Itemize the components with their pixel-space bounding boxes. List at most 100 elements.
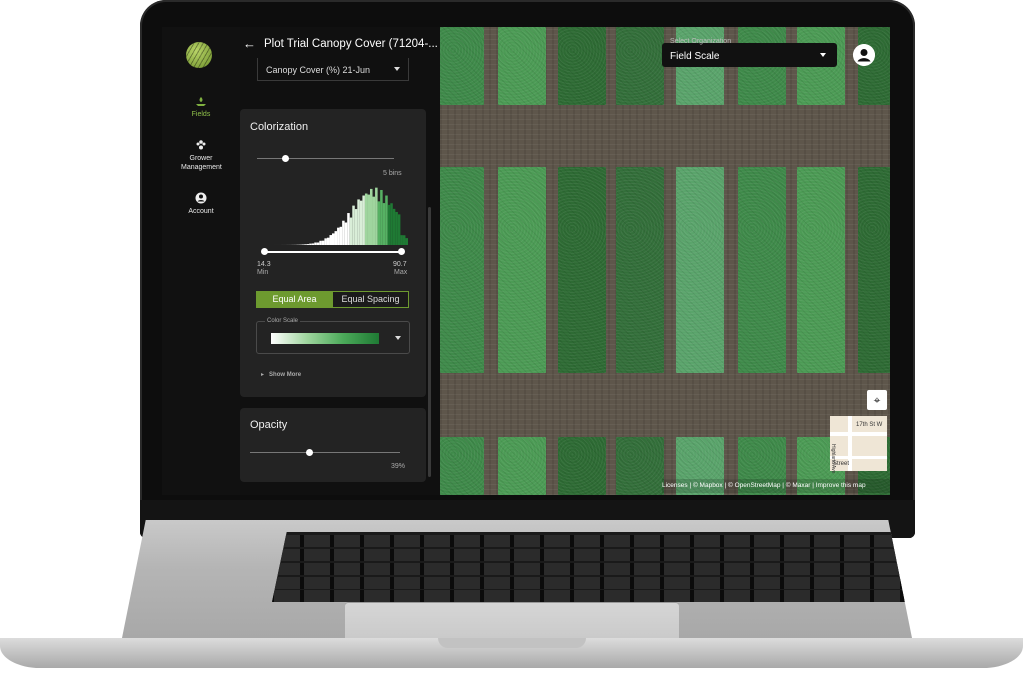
opacity-slider-handle[interactable]: [305, 449, 313, 456]
histogram-bar: [321, 240, 325, 245]
histogram-bar: [349, 217, 353, 245]
user-avatar-icon[interactable]: [853, 44, 875, 66]
show-more-label: Show More: [269, 372, 302, 378]
histogram-bar: [324, 238, 327, 245]
range-slider-track[interactable]: [264, 251, 402, 253]
range-min-value: 14.3: [257, 261, 271, 268]
histogram-bar: [400, 235, 403, 245]
bins-slider-handle[interactable]: [282, 155, 289, 162]
field-plot[interactable]: [558, 167, 606, 373]
histogram-bar: [309, 243, 312, 245]
histogram-bar: [339, 226, 343, 245]
organization-value: Field Scale: [670, 51, 720, 62]
key-row: [272, 535, 912, 547]
equal-area-button[interactable]: Equal Area: [256, 291, 333, 308]
chevron-down-icon: [394, 67, 400, 71]
opacity-title: Opacity: [250, 419, 288, 431]
histogram-bar: [337, 227, 340, 245]
range-max-handle[interactable]: [398, 248, 405, 255]
nav-item-fields[interactable]: Fields: [162, 95, 240, 119]
field-plot[interactable]: [616, 27, 664, 105]
field-plot[interactable]: [676, 167, 724, 373]
histogram-bar: [332, 233, 335, 245]
panel-header: ← Plot Trial Canopy Cover (71204-...: [240, 27, 440, 61]
app-screen: Fields Grower Management Account ← Plot …: [162, 27, 890, 495]
range-max-label: Max: [394, 269, 408, 276]
histogram-bar: [387, 204, 391, 245]
map-view[interactable]: Select Organization Field Scale ⌖ 17th S…: [440, 27, 890, 495]
field-plot[interactable]: [858, 27, 890, 105]
field-plot[interactable]: [616, 437, 664, 495]
histogram-bar: [397, 214, 401, 245]
field-plot[interactable]: [858, 167, 890, 373]
field-plot[interactable]: [738, 167, 786, 373]
layer-dropdown[interactable]: Canopy Cover (%) 21-Jun: [257, 58, 409, 81]
field-plot[interactable]: [498, 167, 546, 373]
histogram-bar: [304, 244, 307, 245]
key-row: [272, 549, 912, 561]
histogram-bar: [329, 235, 332, 245]
organization-label: Select Organization: [670, 38, 732, 45]
minimap-road: [830, 456, 887, 459]
histogram-bar: [390, 203, 393, 245]
organization-dropdown[interactable]: Select Organization Field Scale: [662, 38, 837, 67]
histogram-bar: [357, 199, 360, 245]
colorization-card: Colorization 5 bins 14.3 Min 90.7 Max Eq…: [240, 109, 431, 477]
histogram-bar: [311, 243, 315, 245]
color-scale-gradient: [271, 333, 379, 344]
field-plot[interactable]: [440, 167, 484, 373]
colorization-title: Colorization: [250, 121, 309, 133]
minimap-label: 17th St W: [856, 422, 883, 428]
histogram-bar: [334, 231, 338, 245]
field-plot[interactable]: [440, 437, 484, 495]
field-plot[interactable]: [797, 167, 845, 373]
back-arrow-icon[interactable]: ←: [243, 37, 256, 50]
color-scale-label: Color Scale: [265, 318, 301, 324]
field-plot[interactable]: [440, 27, 484, 105]
histogram-bar: [347, 213, 350, 245]
histogram-bar: [352, 205, 355, 245]
histogram: [273, 187, 408, 245]
map-attribution[interactable]: Licenses | © Mapbox | © OpenStreetMap | …: [662, 479, 890, 493]
field-plot[interactable]: [558, 437, 606, 495]
histogram-bar: [342, 220, 345, 245]
histogram-bar: [392, 208, 396, 245]
histogram-bar: [344, 222, 348, 245]
account-icon: [195, 192, 207, 204]
key-row: [272, 577, 912, 589]
equal-spacing-button[interactable]: Equal Spacing: [332, 291, 409, 308]
minimap-label: Street: [833, 461, 850, 467]
nav-item-account[interactable]: Account: [162, 192, 240, 216]
bins-slider-track[interactable]: [257, 158, 394, 159]
histogram-bar: [395, 211, 398, 245]
histogram-bar: [319, 240, 322, 245]
locate-icon[interactable]: ⌖: [867, 390, 887, 410]
show-more-toggle[interactable]: ▸ Show More: [261, 371, 301, 378]
range-min-handle[interactable]: [261, 248, 268, 255]
range-max-value: 90.7: [393, 261, 407, 268]
range-min-label: Min: [257, 269, 269, 276]
field-plot[interactable]: [616, 167, 664, 373]
field-plot[interactable]: [498, 437, 546, 495]
nav-item-label: Grower Management: [181, 155, 222, 171]
color-scale-dropdown[interactable]: Color Scale: [256, 318, 410, 354]
nav-rail: Fields Grower Management Account: [162, 27, 240, 495]
histogram-bar: [354, 209, 358, 245]
field-plot[interactable]: [558, 27, 606, 105]
opacity-slider-track[interactable]: [250, 452, 400, 453]
bins-count: 5 bins: [383, 170, 402, 177]
nav-item-label: Fields: [191, 111, 211, 118]
opacity-card: Opacity 39%: [240, 408, 426, 482]
panel-scrollbar[interactable]: [428, 207, 431, 477]
field-plot[interactable]: [498, 27, 546, 105]
histogram-bar: [405, 238, 408, 245]
layer-dropdown-value: Canopy Cover (%) 21-Jun: [266, 65, 371, 75]
nav-item-label: Account: [188, 208, 214, 215]
histogram-bar: [372, 196, 376, 245]
histogram-bar: [370, 188, 373, 245]
app-logo[interactable]: [186, 42, 212, 68]
nav-item-grower-management[interactable]: Grower Management: [162, 139, 240, 172]
lid-notch: [438, 638, 586, 648]
chevron-down-icon: [820, 53, 826, 57]
minimap[interactable]: 17th St W Highland Ave Street: [830, 416, 887, 473]
